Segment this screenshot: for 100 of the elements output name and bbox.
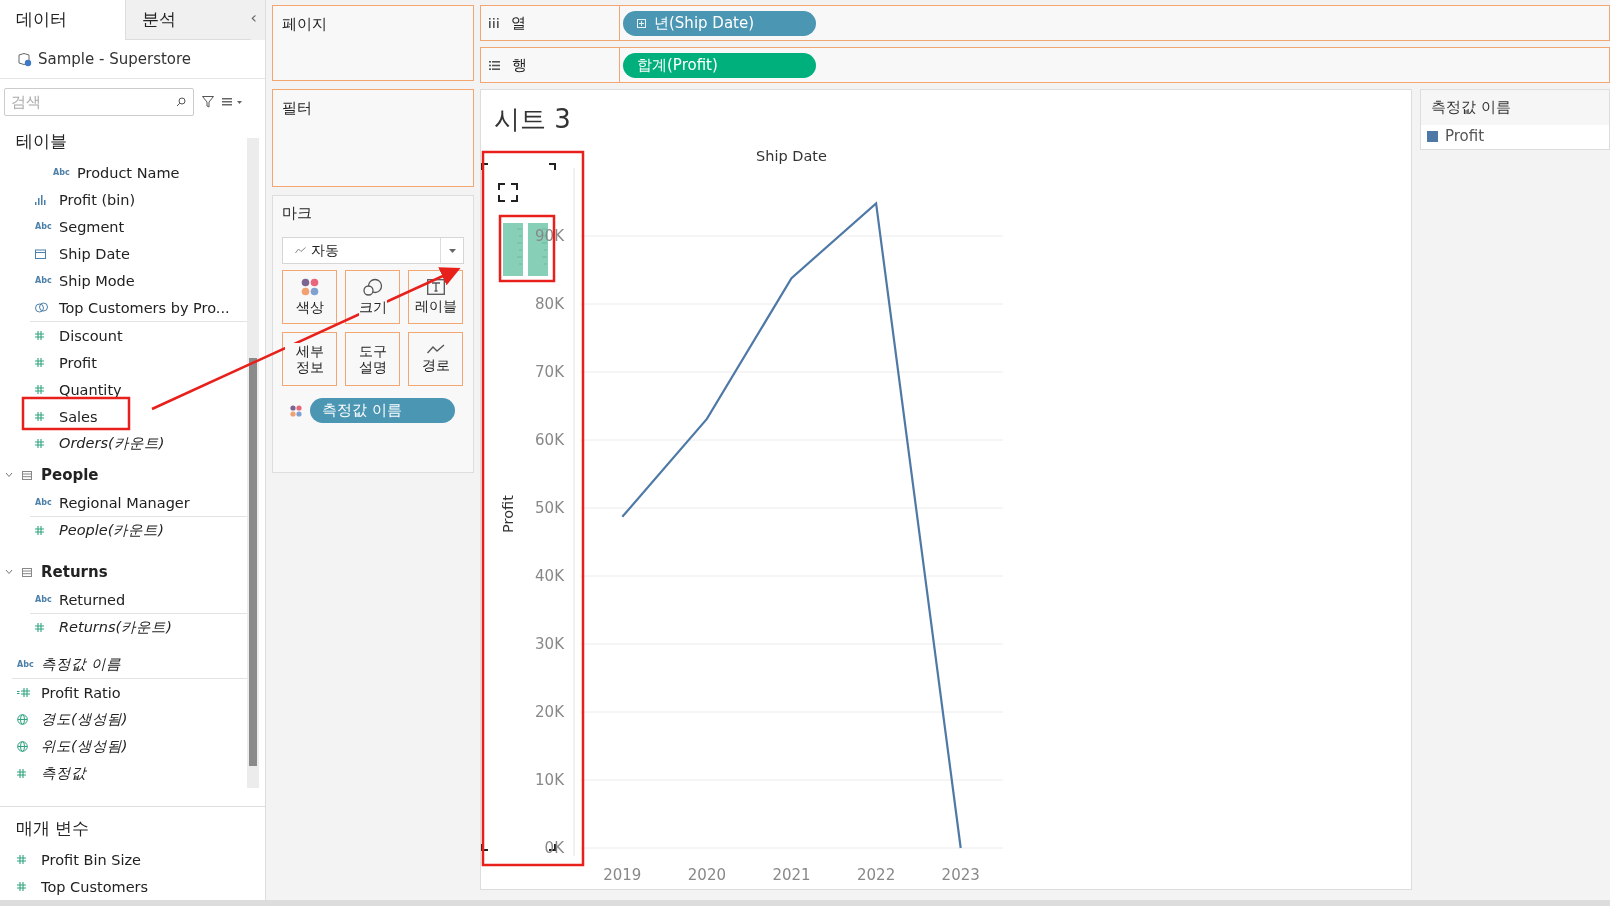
shelf-label: 열: [511, 13, 526, 33]
number-type-icon: [17, 882, 26, 891]
x-tick-label: 2020: [687, 866, 726, 884]
field-item[interactable]: Profit Ratio: [41, 684, 121, 701]
y-tick-label: 10K: [535, 771, 564, 789]
field-item[interactable]: Profit Bin Size: [41, 851, 141, 868]
y-tick-label: 30K: [535, 635, 564, 653]
search-icon: [176, 97, 186, 107]
field-item[interactable]: Returns(카운트): [59, 618, 172, 637]
field-item[interactable]: Profit: [59, 354, 97, 371]
table-name[interactable]: Returns: [41, 563, 108, 581]
y-tick-label: 50K: [535, 499, 564, 517]
number-type-icon: [35, 526, 44, 535]
chevron-icon[interactable]: [5, 472, 13, 478]
mark-property-button[interactable]: 도구 설명: [345, 332, 400, 386]
caret-icon: [448, 248, 456, 253]
shelf-label: 행: [512, 55, 527, 75]
expand-plus-icon: [637, 18, 646, 28]
field-item[interactable]: Regional Manager: [59, 494, 190, 511]
calculated-number-icon: [17, 688, 30, 697]
field-item[interactable]: 측정값 이름: [41, 655, 121, 674]
datasource-name[interactable]: Sample - Superstore: [38, 50, 192, 68]
chevron-icon[interactable]: [5, 569, 13, 575]
text-type-icon: Abc: [35, 595, 52, 604]
legend-title: 측정값 이름: [1421, 90, 1609, 125]
line-mark-icon: [295, 247, 306, 254]
list-view-icon[interactable]: [222, 97, 244, 107]
number-type-icon: [35, 358, 44, 367]
y-tick-label: 60K: [535, 431, 564, 449]
x-tick-label: 2021: [772, 866, 811, 884]
field-item[interactable]: Discount: [59, 327, 123, 344]
text-type-icon: Abc: [35, 276, 52, 285]
field-item[interactable]: Ship Mode: [59, 272, 135, 289]
color-dots-icon: [300, 278, 319, 297]
field-item[interactable]: Segment: [59, 218, 125, 235]
text-type-icon: Abc: [35, 222, 52, 231]
x-tick-label: 2022: [857, 866, 896, 884]
card-title: 마크: [282, 204, 312, 223]
y-tick-label: 80K: [535, 295, 564, 313]
legend-label: Profit: [1445, 127, 1485, 145]
x-tick-label: 2023: [941, 866, 980, 884]
color-dots-icon: [290, 404, 302, 417]
mark-property-button[interactable]: 세부 정보: [282, 332, 337, 386]
scrollbar-thumb[interactable]: [249, 358, 257, 766]
card-title: 필터: [282, 99, 312, 117]
sheet-title: 시트 3: [493, 103, 572, 136]
table-icon: [22, 470, 32, 480]
pane-tab[interactable]: 데이터: [0, 0, 126, 40]
field-item[interactable]: Returned: [59, 591, 126, 608]
rows-icon: [489, 60, 500, 70]
y-axis-title: Profit: [500, 495, 516, 533]
datasource-icon: [18, 51, 32, 67]
mark-property-button[interactable]: 경로: [408, 332, 463, 386]
field-item[interactable]: 경도(생성됨): [41, 710, 128, 729]
field-item[interactable]: People(카운트): [59, 521, 164, 540]
y-tick-label: 0K: [544, 839, 564, 857]
y-tick-label: 40K: [535, 567, 564, 585]
text-type-icon: Abc: [35, 498, 52, 507]
search-field[interactable]: 검색: [4, 88, 194, 116]
number-type-icon: [35, 439, 44, 448]
field-item[interactable]: Top Customers by Pro...: [59, 299, 230, 316]
filter-icon[interactable]: [202, 96, 214, 108]
mark-type-dropdown[interactable]: 자동: [282, 237, 464, 264]
columns-icon: [489, 18, 499, 28]
text-type-icon: Abc: [53, 168, 70, 177]
fit-axis-icon[interactable]: [498, 183, 518, 202]
text-type-icon: Abc: [17, 660, 34, 669]
field-item[interactable]: Product Name: [77, 164, 180, 181]
field-item[interactable]: 위도(생성됨): [41, 737, 128, 756]
table-icon: [22, 567, 32, 577]
field-item[interactable]: Quantity: [59, 381, 122, 398]
bin-bars-icon: [35, 194, 47, 205]
number-type-icon: [35, 623, 44, 632]
field-item[interactable]: Sales: [59, 408, 98, 425]
field-item[interactable]: Ship Date: [59, 245, 130, 262]
section-title: 테이블: [15, 130, 68, 153]
set-circles-icon: [35, 302, 48, 313]
card-title: 페이지: [282, 15, 327, 33]
number-type-icon: [35, 331, 44, 340]
y-tick-label: 90K: [535, 227, 564, 245]
path-line-icon: [426, 344, 445, 355]
field-item[interactable]: Profit (bin): [59, 191, 136, 208]
size-circles-icon: [362, 278, 383, 297]
number-type-icon: [35, 385, 44, 394]
chart-title: Ship Date: [756, 148, 827, 164]
field-item[interactable]: Orders(카운트): [59, 434, 165, 453]
field-item[interactable]: Top Customers: [41, 878, 149, 895]
number-type-icon: [35, 412, 44, 421]
calendar-icon: [35, 248, 46, 259]
table-name[interactable]: People: [41, 466, 99, 484]
pane-tab[interactable]: 분석: [125, 0, 251, 40]
mark-property-button[interactable]: 색상: [282, 270, 337, 324]
globe-icon: [17, 741, 28, 752]
y-tick-label: 70K: [535, 363, 564, 381]
globe-icon: [17, 714, 28, 725]
mark-property-button[interactable]: 크기: [345, 270, 400, 324]
number-type-icon: [17, 769, 26, 778]
field-item[interactable]: 측정값: [41, 764, 86, 783]
mark-property-button[interactable]: 레이블: [408, 270, 463, 324]
collapse-glyph[interactable]: ‹: [250, 0, 265, 40]
